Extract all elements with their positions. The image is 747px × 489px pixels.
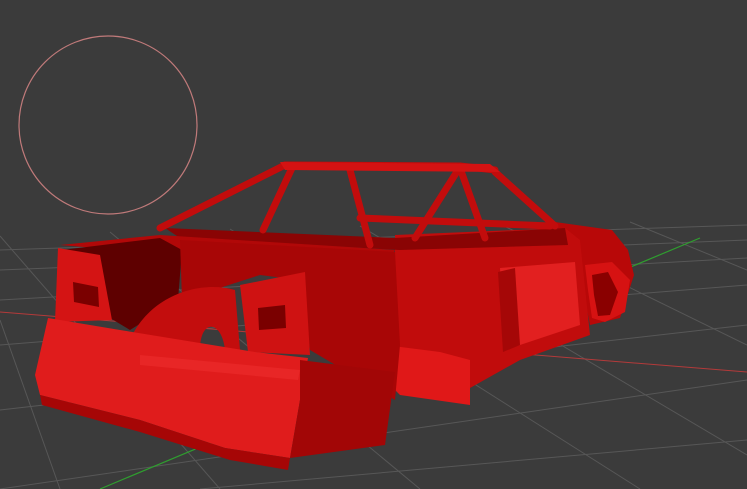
scene-canvas[interactable] [0, 0, 747, 489]
3d-viewport[interactable] [0, 0, 747, 489]
car-right-taillight-recess [258, 305, 286, 330]
car-bumper-right-end [290, 360, 395, 458]
